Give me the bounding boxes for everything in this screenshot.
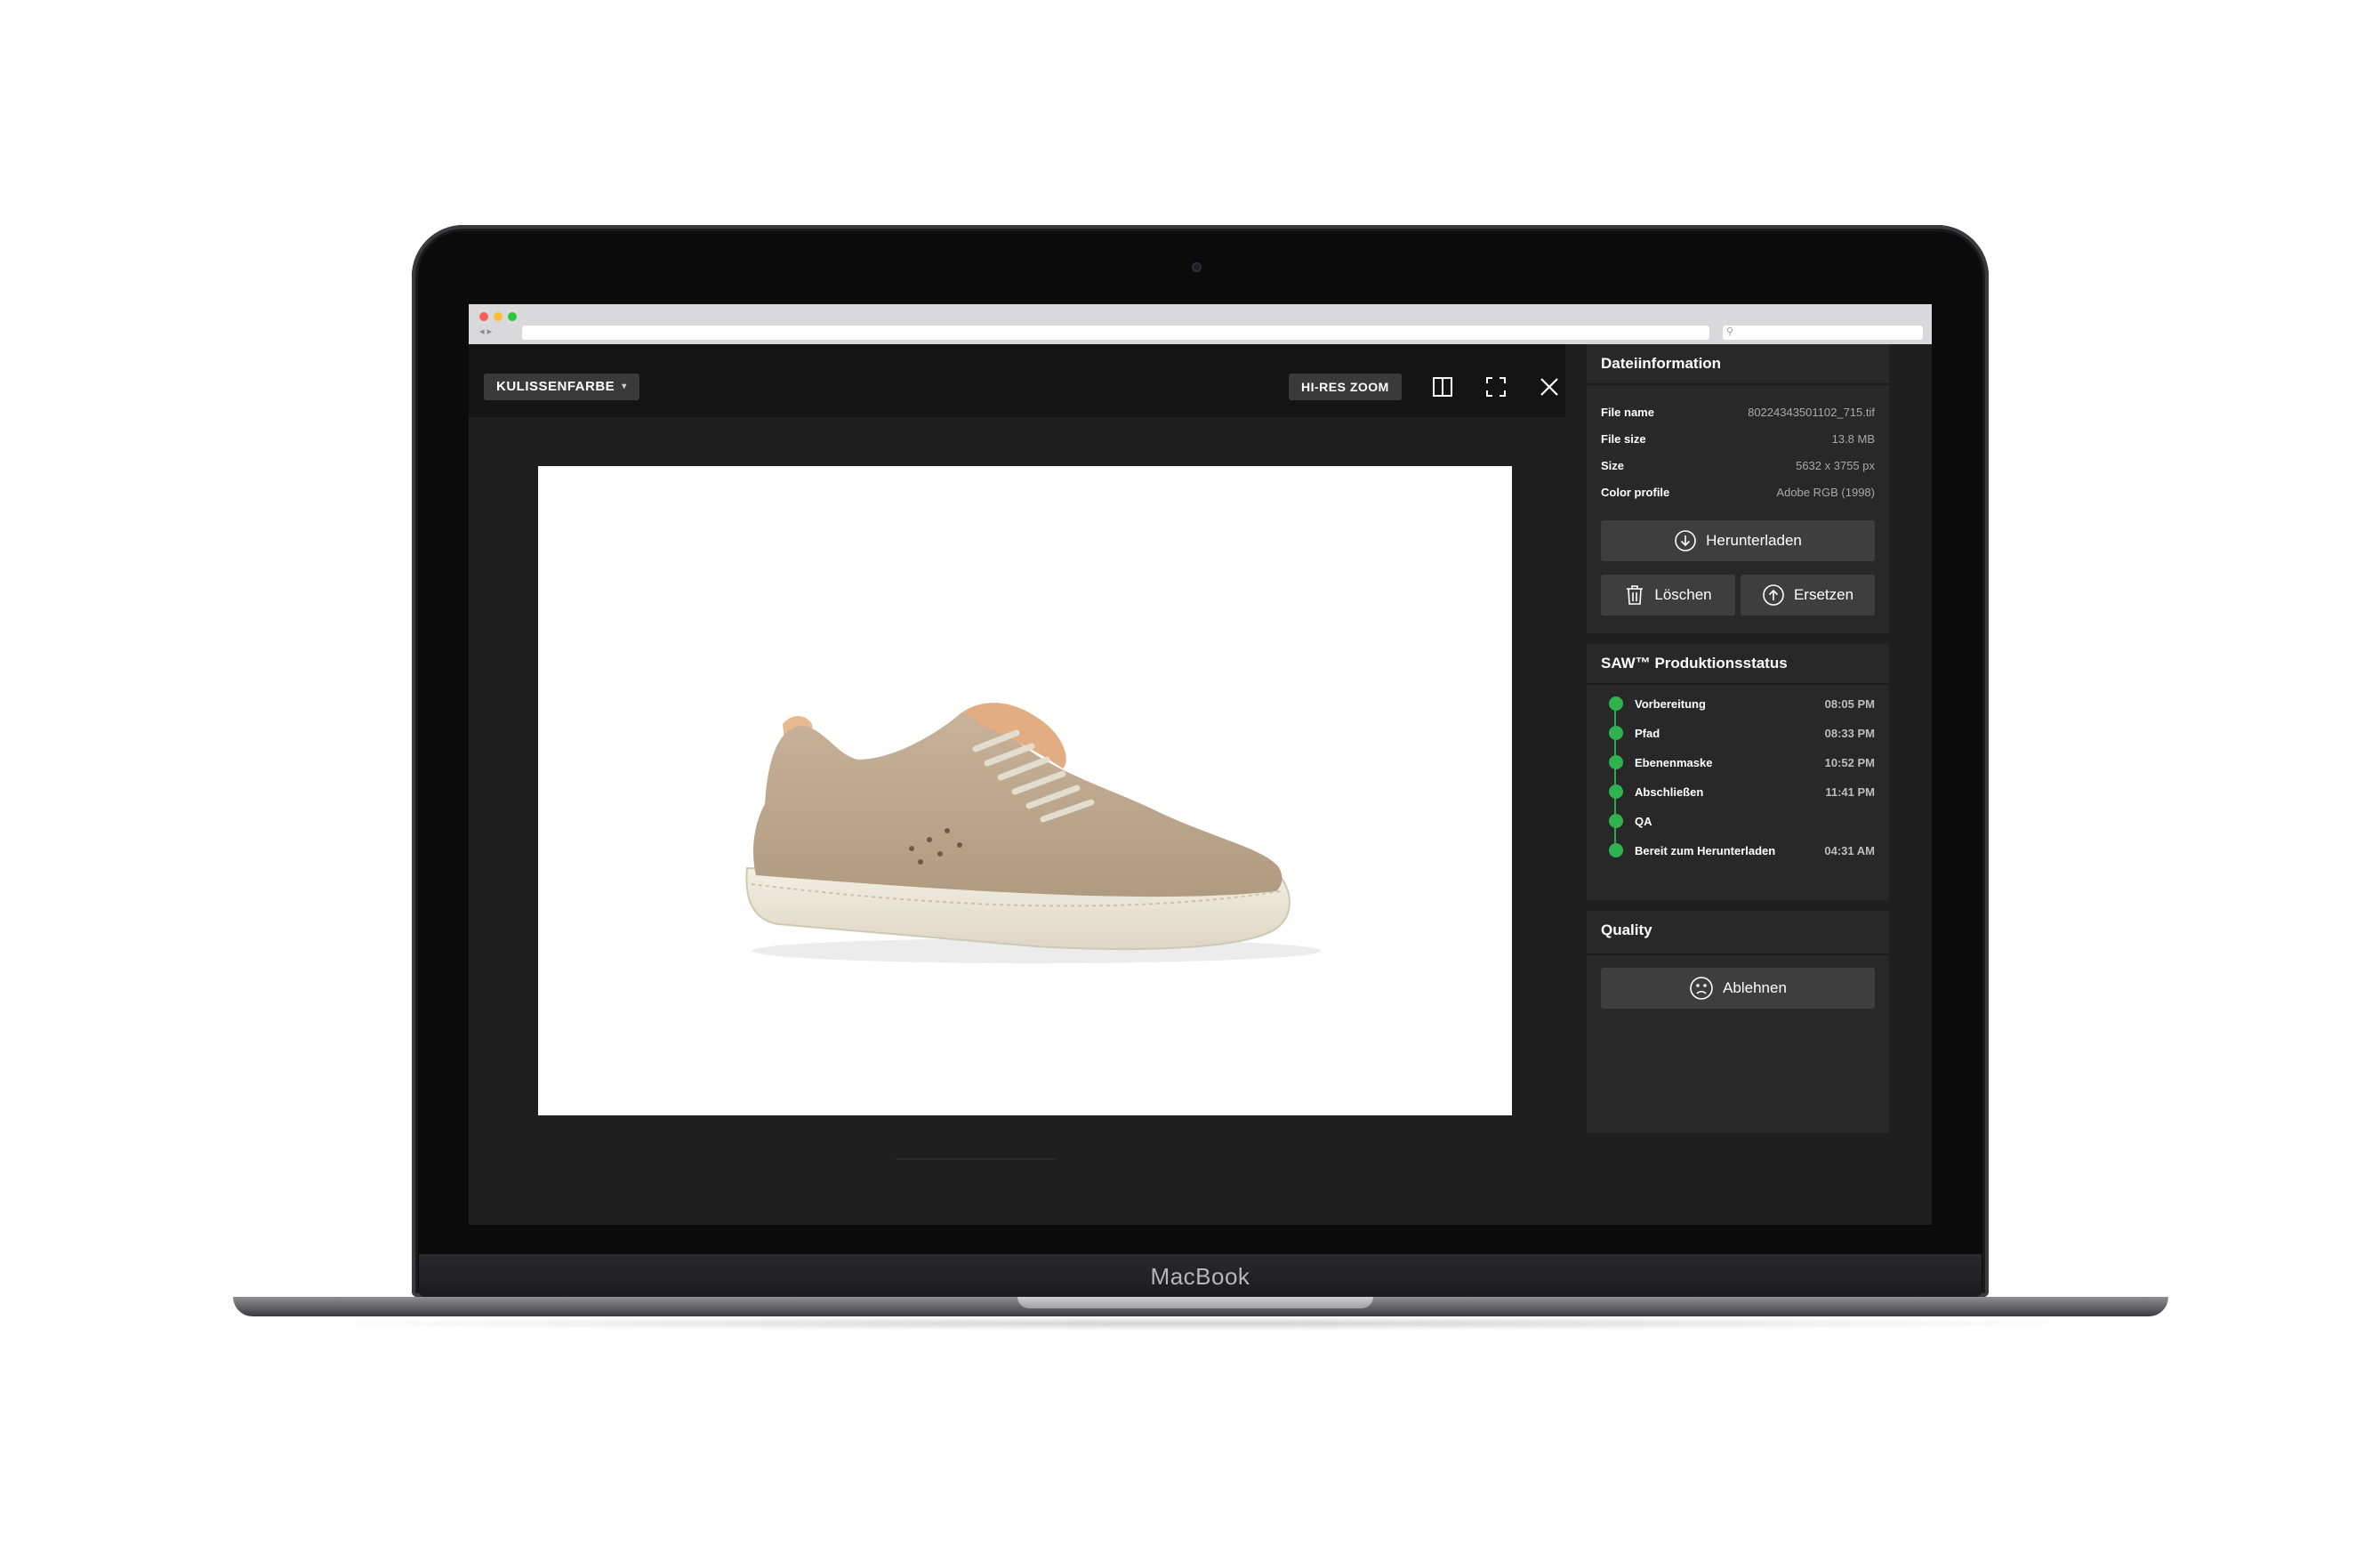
production-status-panel: SAW™ Produktionsstatus Vorbereitung 08:0… <box>1587 644 1889 900</box>
replace-label: Ersetzen <box>1793 586 1854 603</box>
status-step-label: Bereit zum Herunterladen <box>1635 844 1776 857</box>
quality-panel: Quality Ablehnen <box>1587 911 1889 1133</box>
dimensions-row: Size 5632 x 3755 px <box>1601 459 1875 479</box>
dimensions-value: 5632 x 3755 px <box>1796 459 1875 472</box>
reject-button[interactable]: Ablehnen <box>1601 968 1875 1009</box>
device-label: MacBook <box>1150 1263 1250 1290</box>
color-profile-value: Adobe RGB (1998) <box>1776 486 1875 499</box>
status-step: Bereit zum Herunterladen 04:31 AM <box>1601 841 1875 862</box>
download-label: Herunterladen <box>1706 532 1802 549</box>
status-step-time: 04:31 AM <box>1824 844 1875 857</box>
browser-search-field[interactable]: ⚲ <box>1723 326 1923 340</box>
file-info-title: Dateiinformation <box>1601 355 1722 372</box>
file-size-label: File size <box>1601 432 1646 446</box>
status-step-time: 08:33 PM <box>1824 727 1875 740</box>
reject-label: Ablehnen <box>1723 979 1787 996</box>
status-step-label: QA <box>1635 815 1652 828</box>
status-step-label: Ebenenmaske <box>1635 756 1713 769</box>
close-icon[interactable] <box>1536 374 1563 400</box>
status-step-time: 10:52 PM <box>1824 756 1875 769</box>
browser-chrome: ◂ ▸ ⚲ <box>469 304 1932 344</box>
screen: ◂ ▸ ⚲ KULISSENFARBE ▾ HI-RES ZOOM Dateii… <box>469 304 1932 1225</box>
status-complete-dot <box>1609 755 1623 769</box>
product-photo[interactable] <box>538 466 1512 1115</box>
status-complete-dot <box>1609 696 1623 711</box>
status-step: Pfad 08:33 PM <box>1601 723 1875 744</box>
sad-face-icon <box>1690 977 1713 1000</box>
image-viewer[interactable] <box>469 417 1565 1225</box>
trash-icon <box>1627 585 1644 605</box>
download-icon <box>1675 530 1696 551</box>
color-profile-label: Color profile <box>1601 486 1670 499</box>
asset-viewer-app: KULISSENFARBE ▾ HI-RES ZOOM Dateiinforma… <box>469 344 1932 1225</box>
file-name-row: File name 80224343501102_715.tif <box>1601 406 1875 425</box>
status-complete-dot <box>1609 785 1623 799</box>
dimensions-label: Size <box>1601 459 1625 472</box>
hires-zoom-button[interactable]: HI-RES ZOOM <box>1289 374 1402 400</box>
laptop-chin: MacBook <box>419 1254 1982 1297</box>
divider <box>1587 683 1889 685</box>
status-complete-dot <box>1609 814 1623 828</box>
webcam <box>1192 262 1202 272</box>
file-name-label: File name <box>1601 406 1654 419</box>
status-step-label: Abschließen <box>1635 785 1704 799</box>
production-status-title: SAW™ Produktionsstatus <box>1601 655 1788 672</box>
viewer-scrollbar[interactable] <box>896 1158 1056 1160</box>
status-step-label: Pfad <box>1635 727 1660 740</box>
status-step-time: 08:05 PM <box>1824 697 1875 711</box>
divider <box>1587 954 1889 955</box>
quality-title: Quality <box>1601 921 1652 938</box>
address-bar[interactable] <box>522 326 1709 340</box>
viewer-toolbar: KULISSENFARBE ▾ HI-RES ZOOM <box>469 344 1565 417</box>
status-step: Vorbereitung 08:05 PM <box>1601 694 1875 715</box>
status-complete-dot <box>1609 726 1623 740</box>
upload-icon <box>1763 584 1784 606</box>
replace-button[interactable]: Ersetzen <box>1741 575 1875 616</box>
file-name-value: 80224343501102_715.tif <box>1748 406 1875 419</box>
status-step-time: 11:41 PM <box>1825 785 1875 799</box>
status-step: Ebenenmaske 10:52 PM <box>1601 752 1875 774</box>
window-minimize-dot[interactable] <box>494 312 503 321</box>
status-complete-dot <box>1609 843 1623 857</box>
file-size-value: 13.8 MB <box>1831 432 1875 446</box>
back-forward-icon[interactable]: ◂ ▸ <box>479 326 492 337</box>
backdrop-color-label: KULISSENFARBE <box>496 379 615 394</box>
window-close-dot[interactable] <box>479 312 488 321</box>
color-profile-row: Color profile Adobe RGB (1998) <box>1601 486 1875 505</box>
file-info-panel: Dateiinformation File name 8022434350110… <box>1587 344 1889 633</box>
file-size-row: File size 13.8 MB <box>1601 432 1875 452</box>
sneaker-image <box>745 703 1321 963</box>
search-icon: ⚲ <box>1726 326 1734 337</box>
fullscreen-icon[interactable] <box>1483 374 1509 400</box>
delete-button[interactable]: Löschen <box>1601 575 1735 616</box>
laptop-shadow <box>293 1316 2108 1331</box>
divider <box>1587 383 1889 385</box>
status-step-label: Vorbereitung <box>1635 697 1706 711</box>
status-step: QA <box>1601 811 1875 833</box>
backdrop-color-dropdown[interactable]: KULISSENFARBE ▾ <box>484 374 639 400</box>
status-step: Abschließen 11:41 PM <box>1601 782 1875 803</box>
laptop-opening-notch <box>1017 1297 1373 1308</box>
delete-label: Löschen <box>1654 586 1712 603</box>
window-maximize-dot[interactable] <box>508 312 517 321</box>
split-view-icon[interactable] <box>1429 374 1456 400</box>
download-button[interactable]: Herunterladen <box>1601 520 1875 561</box>
chevron-down-icon: ▾ <box>622 382 627 391</box>
